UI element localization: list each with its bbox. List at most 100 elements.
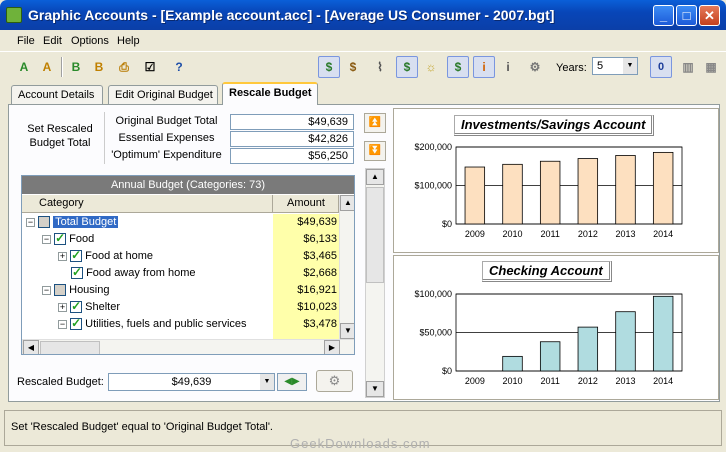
bold-a-icon[interactable]: A bbox=[36, 56, 58, 78]
tab-account-details[interactable]: Account Details bbox=[11, 85, 103, 104]
money-bag-icon[interactable]: $ bbox=[342, 56, 364, 78]
scroll-bottom-icon[interactable]: ⏬ bbox=[364, 141, 386, 161]
tab-rescale-budget[interactable]: Rescale Budget bbox=[222, 82, 318, 105]
checkbox[interactable] bbox=[70, 247, 83, 264]
checkbox[interactable] bbox=[54, 230, 67, 247]
row-amount: $2,668 bbox=[303, 267, 337, 279]
rescale-arrows-button[interactable]: ◀▶ bbox=[277, 373, 307, 391]
bar bbox=[652, 295, 674, 372]
original-budget-total-field[interactable]: $49,639 bbox=[230, 114, 354, 130]
bar bbox=[615, 155, 636, 225]
chart-vertical-scrollbar[interactable]: ▲ ▼ bbox=[365, 168, 385, 398]
expand-icon[interactable]: + bbox=[58, 251, 67, 261]
expand-icon[interactable]: + bbox=[58, 302, 67, 312]
menu-help[interactable]: Help bbox=[117, 35, 140, 47]
bar bbox=[577, 158, 599, 225]
years-select[interactable]: 5 ▼ bbox=[592, 57, 638, 75]
bar-chart-icon[interactable]: ▥ bbox=[677, 56, 699, 78]
checkbox[interactable] bbox=[38, 216, 51, 229]
bar bbox=[539, 341, 561, 372]
chart-title-checking: Checking Account bbox=[482, 261, 612, 282]
tree-row[interactable]: − Housing $16,921 bbox=[26, 282, 340, 299]
collapse-icon[interactable]: − bbox=[42, 234, 51, 244]
tree-row[interactable]: Food away from home $2,668 bbox=[26, 264, 340, 282]
minimize-button[interactable]: _ bbox=[653, 5, 674, 26]
tree-horizontal-scrollbar[interactable]: ◀ ▶ bbox=[22, 339, 354, 354]
tree-row[interactable]: − Food $6,133 bbox=[26, 230, 340, 248]
y-tick-label: $100,000 bbox=[414, 289, 452, 299]
checkbox[interactable] bbox=[70, 315, 83, 332]
tab-edit-original-budget[interactable]: Edit Original Budget bbox=[108, 85, 218, 104]
menu-file[interactable]: File bbox=[17, 35, 35, 47]
lightbulb-icon[interactable]: ☼ bbox=[420, 56, 442, 78]
column-amount[interactable]: Amount bbox=[273, 195, 339, 213]
chart-title-investments: Investments/Savings Account bbox=[454, 115, 655, 136]
row-label: Shelter bbox=[85, 301, 120, 313]
scroll-up-icon[interactable]: ▲ bbox=[366, 169, 384, 185]
text-b-icon[interactable]: B bbox=[65, 56, 87, 78]
collapse-icon[interactable]: − bbox=[42, 285, 51, 295]
row-amount: $16,921 bbox=[297, 284, 337, 296]
collapse-icon[interactable]: − bbox=[58, 319, 67, 329]
scroll-left-icon[interactable]: ◀ bbox=[23, 340, 39, 354]
maximize-button[interactable]: □ bbox=[676, 5, 697, 26]
row-amount: $3,478 bbox=[303, 318, 337, 330]
title-bar: Graphic Accounts - [Example account.acc]… bbox=[0, 0, 726, 30]
bold-b-icon[interactable]: B bbox=[88, 56, 110, 78]
original-budget-total-label: Original Budget Total bbox=[115, 115, 218, 127]
row-amount: $10,023 bbox=[297, 301, 337, 313]
tree-row[interactable]: + Food at home $3,465 bbox=[26, 247, 340, 265]
checkbox[interactable] bbox=[54, 284, 67, 297]
apply-gears-button[interactable]: ⚙ bbox=[316, 370, 353, 392]
scroll-thumb[interactable] bbox=[366, 187, 384, 283]
tree-row[interactable]: − Total Budget $49,639 bbox=[26, 214, 340, 231]
toolbar-separator bbox=[61, 57, 63, 77]
tree-header: Annual Budget (Categories: 73) bbox=[22, 176, 354, 194]
menu-edit[interactable]: Edit bbox=[43, 35, 62, 47]
help-icon[interactable]: ? bbox=[168, 56, 190, 78]
collapse-icon[interactable]: − bbox=[26, 217, 35, 227]
info-icon[interactable]: i bbox=[473, 56, 495, 78]
bar bbox=[502, 355, 523, 372]
zero-button[interactable]: 0 bbox=[650, 56, 672, 78]
gears-icon[interactable]: ⚙ bbox=[524, 56, 546, 78]
row-amount: $49,639 bbox=[297, 216, 337, 228]
essential-expenses-field[interactable]: $42,826 bbox=[230, 131, 354, 147]
transfer-icon[interactable]: $ bbox=[396, 56, 418, 78]
scroll-down-icon[interactable]: ▼ bbox=[340, 323, 354, 339]
money-icon[interactable]: $ bbox=[318, 56, 340, 78]
text-a-icon[interactable]: A bbox=[13, 56, 35, 78]
scroll-thumb[interactable] bbox=[40, 341, 100, 354]
line-chart-icon[interactable]: ▦ bbox=[700, 56, 722, 78]
scroll-top-icon[interactable]: ⏫ bbox=[364, 113, 386, 133]
y-tick-label: $50,000 bbox=[419, 328, 452, 338]
checklist-icon[interactable]: ☑ bbox=[139, 56, 161, 78]
checkbox[interactable] bbox=[71, 264, 83, 281]
info-grey-icon[interactable]: i bbox=[497, 56, 519, 78]
x-tick-label: 2012 bbox=[578, 376, 598, 386]
tree-row[interactable]: + Shelter $10,023 bbox=[26, 298, 340, 316]
chart-title-text: Investments/Savings Account bbox=[454, 115, 655, 136]
checkbox[interactable] bbox=[70, 298, 83, 315]
print-icon[interactable]: ⎙ bbox=[113, 56, 135, 78]
paperclip-icon[interactable]: ⌇ bbox=[369, 56, 391, 78]
row-label: Food bbox=[69, 233, 95, 245]
tree-row[interactable]: − Utilities, fuels and public services $… bbox=[26, 315, 340, 333]
optimum-expenditure-field[interactable]: $56,250 bbox=[230, 148, 354, 164]
chart-dollar-icon[interactable]: $ bbox=[447, 56, 469, 78]
row-label: Utilities, fuels and public services bbox=[85, 318, 247, 330]
column-category[interactable]: Category bbox=[22, 195, 273, 213]
x-tick-label: 2010 bbox=[502, 376, 522, 386]
x-tick-label: 2009 bbox=[465, 229, 485, 239]
close-button[interactable]: ✕ bbox=[699, 5, 720, 26]
bar bbox=[615, 311, 636, 372]
scroll-down-icon[interactable]: ▼ bbox=[366, 381, 384, 397]
menu-options[interactable]: Options bbox=[71, 35, 109, 47]
scroll-up-icon[interactable]: ▲ bbox=[340, 195, 354, 211]
budget-tree-grid: Annual Budget (Categories: 73) Category … bbox=[21, 175, 355, 355]
y-tick-label: $100,000 bbox=[414, 181, 452, 191]
rescaled-budget-combo[interactable]: $49,639 ▼ bbox=[108, 373, 275, 391]
tree-vertical-scrollbar[interactable]: ▲ ▼ bbox=[339, 195, 354, 339]
scroll-right-icon[interactable]: ▶ bbox=[324, 340, 340, 354]
status-text: Set 'Rescaled Budget' equal to 'Original… bbox=[11, 421, 273, 433]
